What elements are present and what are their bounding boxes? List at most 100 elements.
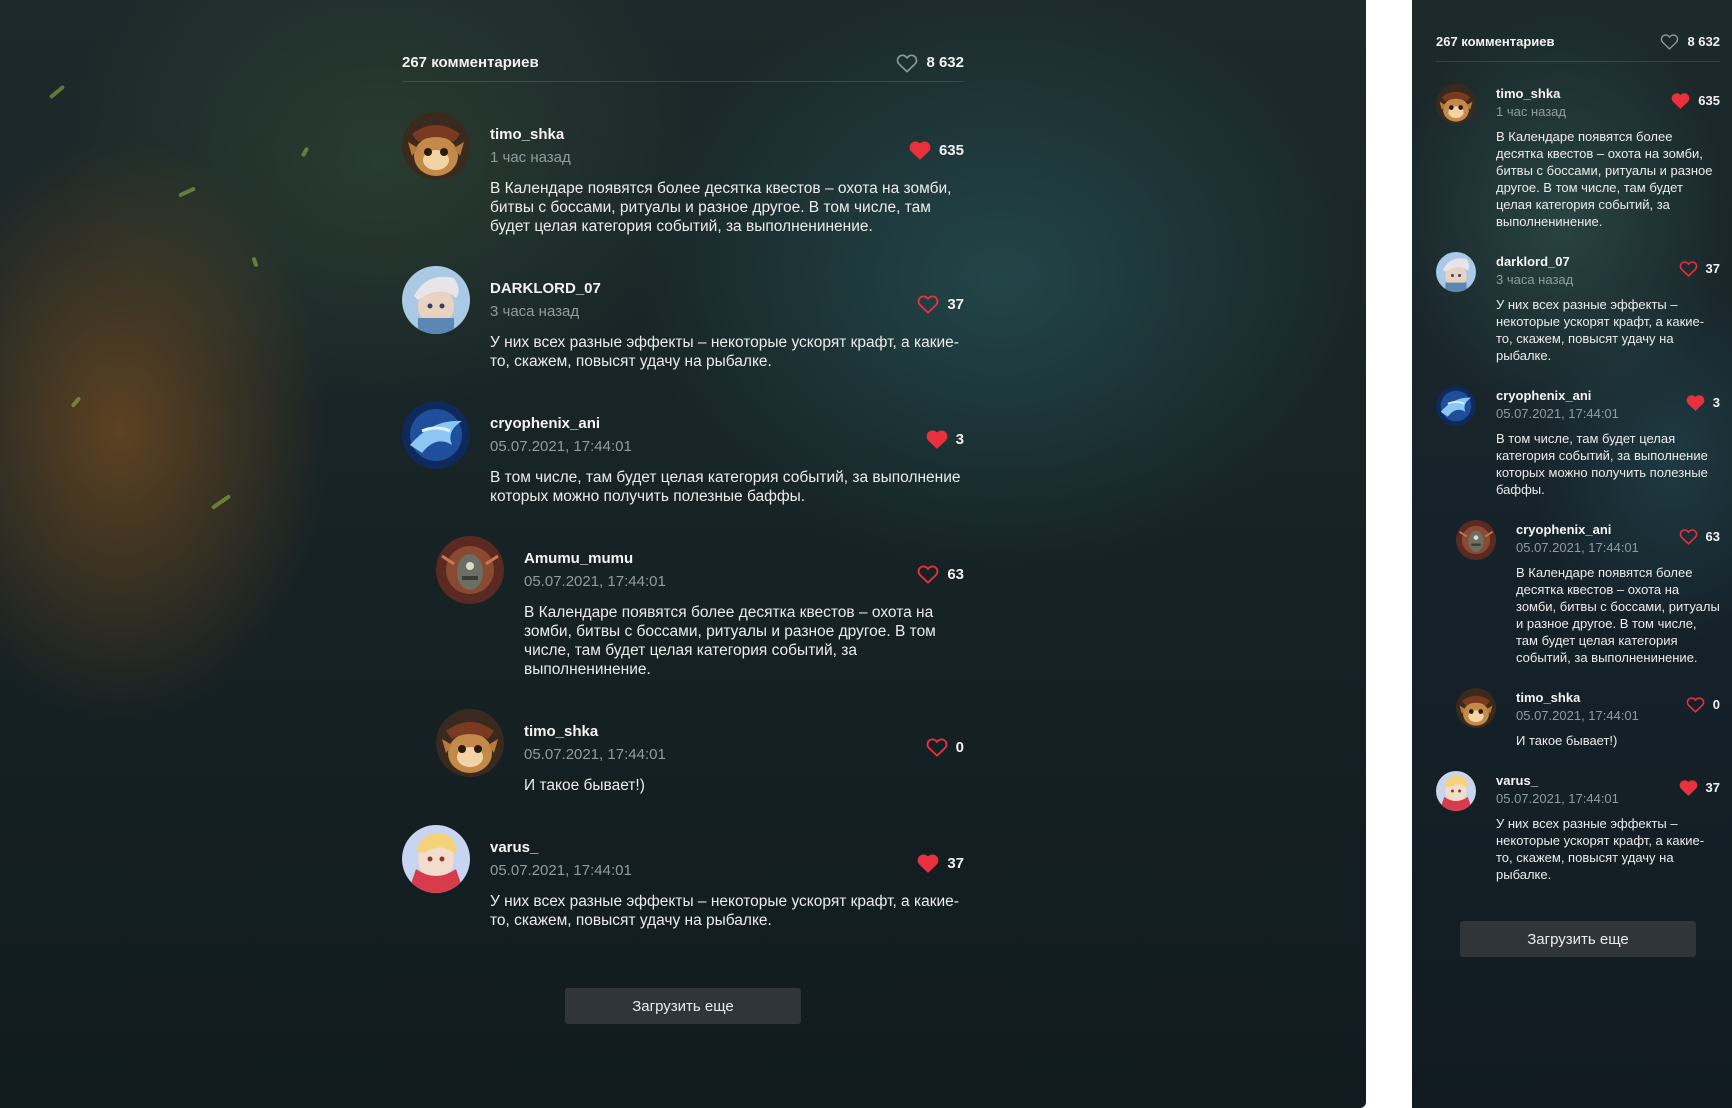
comment-time: 05.07.2021, 17:44:01 bbox=[1516, 708, 1639, 723]
comment-time: 1 час назад bbox=[1496, 104, 1566, 119]
comment: varus_ 05.07.2021, 17:44:01 37 У них всех р… bbox=[402, 825, 964, 930]
comment-text: В Календаре появятся более десятка квест… bbox=[524, 604, 936, 678]
teemo-avatar[interactable] bbox=[1456, 688, 1496, 728]
comment-meta: varus_ 05.07.2021, 17:44:01 37 bbox=[490, 825, 964, 879]
like-button[interactable]: 3 bbox=[926, 429, 964, 449]
like-button[interactable]: 37 bbox=[1679, 260, 1720, 277]
comment-author[interactable]: cryophenix_ani bbox=[490, 415, 632, 432]
heart-outline-icon[interactable] bbox=[1679, 528, 1698, 545]
heart-outline-icon[interactable] bbox=[896, 53, 918, 73]
like-button[interactable]: 635 bbox=[909, 140, 964, 160]
teemo-avatar[interactable] bbox=[402, 112, 470, 180]
champion-avatar[interactable] bbox=[1436, 252, 1476, 292]
phoenix-avatar[interactable] bbox=[402, 401, 470, 469]
comment-author-block: varus_ 05.07.2021, 17:44:01 bbox=[1496, 771, 1619, 806]
comment-body: timo_shka 1 час назад 635 В Календаре появя… bbox=[1496, 84, 1720, 230]
heart-outline-icon[interactable] bbox=[917, 564, 939, 584]
comment-author-block: varus_ 05.07.2021, 17:44:01 bbox=[490, 825, 632, 879]
comment-meta: Amumu_mumu 05.07.2021, 17:44:01 63 bbox=[524, 536, 964, 590]
like-button[interactable]: 37 bbox=[917, 853, 964, 873]
total-likes-count: 8 632 bbox=[926, 54, 964, 71]
comment-author[interactable]: timo_shka bbox=[490, 126, 571, 143]
like-count: 37 bbox=[1705, 780, 1720, 795]
comments-count: 267 комментариев bbox=[1436, 34, 1555, 49]
heart-outline-icon[interactable] bbox=[1679, 260, 1698, 277]
comment-author-block: darklord_07 3 часа назад bbox=[1496, 252, 1573, 287]
comment-time: 05.07.2021, 17:44:01 bbox=[1496, 406, 1619, 421]
like-button[interactable]: 3 bbox=[1686, 394, 1720, 411]
comment-author[interactable]: darklord_07 bbox=[1496, 254, 1573, 269]
desktop-comments-panel: 267 комментариев 8 632 timo_shka 1 час на… bbox=[0, 0, 1366, 1108]
like-button[interactable]: 37 bbox=[917, 294, 964, 314]
amumu-avatar[interactable] bbox=[1456, 520, 1496, 560]
comment-author[interactable]: Amumu_mumu bbox=[524, 550, 666, 567]
heart-outline-icon[interactable] bbox=[926, 737, 948, 757]
comment-meta: cryophenix_ani 05.07.2021, 17:44:01 3 bbox=[490, 401, 964, 455]
comment-author[interactable]: timo_shka bbox=[524, 723, 666, 740]
comments-count: 267 комментариев bbox=[402, 54, 539, 71]
load-more-button[interactable]: Загрузить еще bbox=[565, 988, 801, 1024]
comment-meta: cryophenix_ani 05.07.2021, 17:44:01 3 bbox=[1496, 386, 1720, 421]
heart-filled-icon[interactable] bbox=[917, 853, 939, 873]
comment-meta: cryophenix_ani 05.07.2021, 17:44:01 63 bbox=[1516, 520, 1720, 555]
comment-author[interactable]: DARKLORD_07 bbox=[490, 280, 601, 297]
reply-comment: cryophenix_ani 05.07.2021, 17:44:01 63 В Ка… bbox=[1456, 520, 1720, 666]
teemo-avatar[interactable] bbox=[436, 709, 504, 777]
comment-time: 05.07.2021, 17:44:01 bbox=[1516, 540, 1639, 555]
reply-comment: timo_shka 05.07.2021, 17:44:01 0 И такое бы… bbox=[1456, 688, 1720, 749]
comment-time: 05.07.2021, 17:44:01 bbox=[490, 862, 632, 879]
varus-avatar[interactable] bbox=[1436, 771, 1476, 811]
reply-comment: timo_shka 05.07.2021, 17:44:01 0 И такое бы… bbox=[436, 709, 964, 795]
heart-outline-icon[interactable] bbox=[917, 294, 939, 314]
comment-author-block: Amumu_mumu 05.07.2021, 17:44:01 bbox=[524, 536, 666, 590]
comment-text: В Календаре появятся более десятка квест… bbox=[490, 180, 952, 235]
background-leaf bbox=[177, 186, 197, 198]
comment-body: DARKLORD_07 3 часа назад 37 У них всех разн… bbox=[490, 266, 964, 371]
champion-avatar[interactable] bbox=[402, 266, 470, 334]
like-button[interactable]: 635 bbox=[1671, 92, 1720, 109]
like-button[interactable]: 0 bbox=[926, 737, 964, 757]
background-leaf bbox=[251, 256, 259, 268]
comment-text: У них всех разные эффекты – некоторые ус… bbox=[1496, 816, 1705, 882]
comment-author[interactable]: timo_shka bbox=[1516, 690, 1639, 705]
comment: timo_shka 1 час назад 635 В Календаре появя… bbox=[402, 112, 964, 236]
total-likes[interactable]: 8 632 bbox=[1660, 33, 1720, 50]
like-button[interactable]: 63 bbox=[917, 564, 964, 584]
comment-time: 05.07.2021, 17:44:01 bbox=[524, 573, 666, 590]
total-likes[interactable]: 8 632 bbox=[896, 53, 964, 73]
comment-author[interactable]: varus_ bbox=[1496, 773, 1619, 788]
like-button[interactable]: 0 bbox=[1686, 696, 1720, 713]
comment-author[interactable]: cryophenix_ani bbox=[1516, 522, 1639, 537]
like-count: 37 bbox=[1705, 261, 1720, 276]
comment-author[interactable]: cryophenix_ani bbox=[1496, 388, 1619, 403]
heart-filled-icon[interactable] bbox=[926, 429, 948, 449]
comment-author[interactable]: timo_shka bbox=[1496, 86, 1566, 101]
heart-outline-icon[interactable] bbox=[1686, 696, 1705, 713]
heart-filled-icon[interactable] bbox=[1679, 779, 1698, 796]
phoenix-avatar[interactable] bbox=[1436, 386, 1476, 426]
comment-text: В том числе, там будет целая категория с… bbox=[490, 469, 961, 505]
heart-filled-icon[interactable] bbox=[1686, 394, 1705, 411]
comment-author[interactable]: varus_ bbox=[490, 839, 632, 856]
comment-author-block: timo_shka 05.07.2021, 17:44:01 bbox=[524, 709, 666, 763]
load-more-button[interactable]: Загрузить еще bbox=[1460, 921, 1696, 957]
like-count: 635 bbox=[1698, 93, 1720, 108]
like-button[interactable]: 37 bbox=[1679, 779, 1720, 796]
comments-header: 267 комментариев 8 632 bbox=[1436, 30, 1720, 62]
background-leaf bbox=[48, 84, 66, 100]
teemo-avatar[interactable] bbox=[1436, 84, 1476, 124]
comment-author-block: cryophenix_ani 05.07.2021, 17:44:01 bbox=[1496, 386, 1619, 421]
background-leaf bbox=[70, 396, 82, 408]
like-button[interactable]: 63 bbox=[1679, 528, 1720, 545]
comment-text: В Календаре появятся более десятка квест… bbox=[1516, 565, 1720, 665]
comment-meta: DARKLORD_07 3 часа назад 37 bbox=[490, 266, 964, 320]
comment-text: В том числе, там будет целая категория с… bbox=[1496, 431, 1708, 497]
comments-header: 267 комментариев 8 632 bbox=[402, 50, 964, 82]
heart-filled-icon[interactable] bbox=[909, 140, 931, 160]
heart-outline-icon[interactable] bbox=[1660, 33, 1679, 50]
amumu-avatar[interactable] bbox=[436, 536, 504, 604]
varus-avatar[interactable] bbox=[402, 825, 470, 893]
heart-filled-icon[interactable] bbox=[1671, 92, 1690, 109]
mobile-comments-panel: 267 комментариев 8 632 timo_shka 1 час на… bbox=[1412, 0, 1732, 1108]
like-count: 37 bbox=[947, 854, 964, 872]
